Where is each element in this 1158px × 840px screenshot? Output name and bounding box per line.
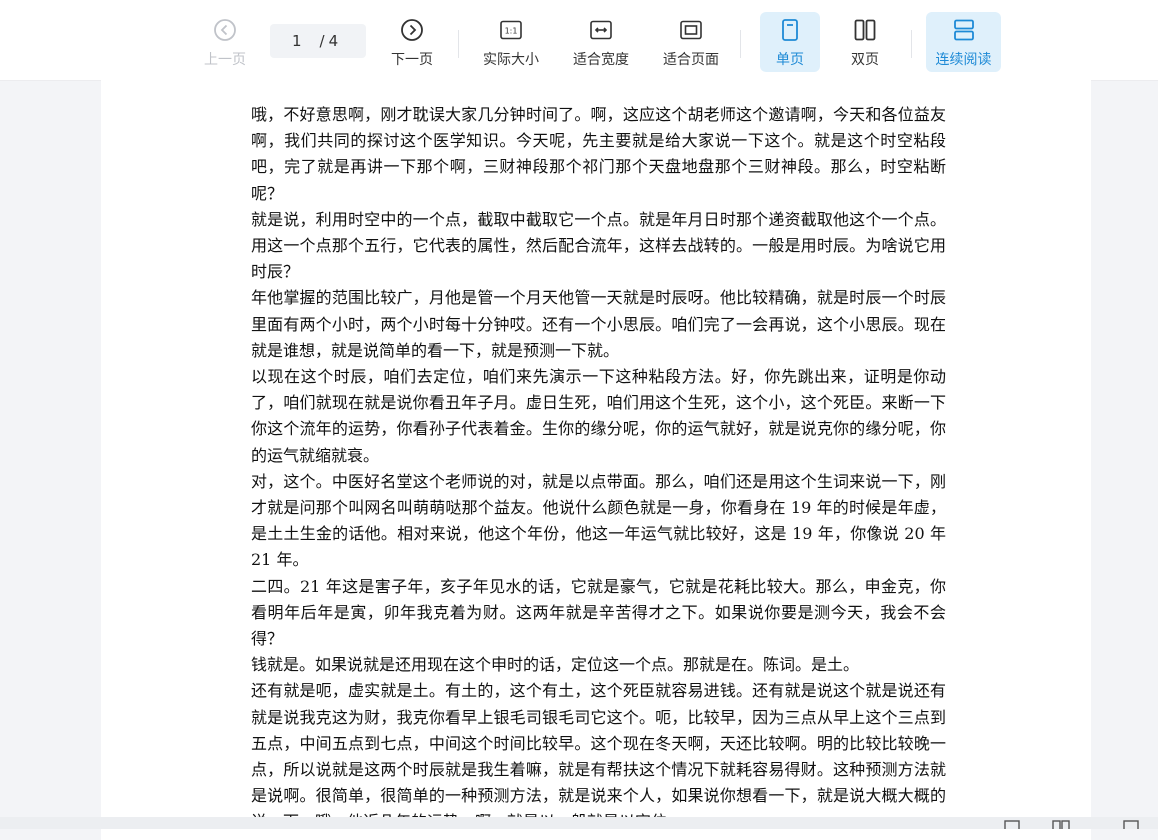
next-page-button[interactable]: 下一页 — [377, 12, 447, 72]
prev-page-label: 上一页 — [204, 52, 246, 68]
toolbar-divider — [458, 30, 459, 58]
continuous-reading-icon — [953, 19, 974, 41]
single-page-icon — [782, 19, 798, 41]
fit-page-button[interactable]: 适合页面 — [656, 12, 726, 72]
double-page-label: 双页 — [851, 52, 879, 68]
double-page-icon — [854, 19, 876, 41]
prev-page-button[interactable]: 上一页 — [190, 12, 260, 72]
bottom-status-bar — [0, 817, 1158, 829]
paragraph: 钱就是。如果说就是还用现在这个申时的话，定位这一个点。那就是在。陈词。是土。 — [251, 655, 860, 675]
document-text: 哦，不好意思啊，刚才耽误大家几分钟时间了。啊，这应这个胡老师这个邀请啊，今天和各… — [251, 102, 946, 836]
document-page: 哦，不好意思啊，刚才耽误大家几分钟时间了。啊，这应这个胡老师这个邀请啊，今天和各… — [101, 80, 1091, 840]
fullscreen-icon[interactable] — [1122, 820, 1140, 829]
fit-width-button[interactable]: 适合宽度 — [566, 12, 636, 72]
double-page-button[interactable]: 双页 — [830, 12, 900, 72]
paragraph: 二四。21 年这是害子年，亥子年见水的话，它就是豪气，它就是花耗比较大。那么，申… — [251, 576, 946, 649]
grid-view-icon[interactable] — [1052, 820, 1070, 829]
paragraph: 哦，不好意思啊，刚才耽误大家几分钟时间了。啊，这应这个胡老师这个邀请啊，今天和各… — [251, 105, 946, 203]
single-page-label: 单页 — [776, 52, 804, 68]
svg-text:1:1: 1:1 — [505, 27, 518, 36]
paragraph: 以现在这个时辰，咱们去定位，咱们来先演示一下这种粘段方法。好，你先跳出来，证明是… — [251, 367, 946, 465]
fit-width-icon — [590, 20, 612, 40]
single-page-button[interactable]: 单页 — [760, 12, 820, 72]
continuous-reading-label: 连续阅读 — [935, 52, 992, 68]
paragraph: 就是说，利用时空中的一个点，截取中截取它一个点。就是年月日时那个递资截取他这个一… — [251, 209, 946, 282]
paragraph: 年他掌握的范围比较广，月他是管一个月天他管一天就是时辰呀。他比较精确，就是时辰一… — [251, 288, 946, 360]
fit-width-label: 适合宽度 — [573, 52, 629, 68]
page-separator: / — [319, 32, 325, 50]
actual-size-button[interactable]: 1:1 实际大小 — [476, 12, 546, 72]
toolbar-divider — [911, 30, 912, 58]
arrow-left-circle-icon — [214, 19, 236, 41]
page-total: 4 — [328, 32, 339, 50]
fit-page-icon — [680, 20, 702, 40]
page-indicator[interactable]: 1 / 4 — [270, 24, 366, 58]
page-current-input[interactable]: 1 — [292, 32, 302, 50]
continuous-reading-button[interactable]: 连续阅读 — [926, 12, 1001, 72]
reader-toolbar: 上一页 1 / 4 下一页 1:1 实际大小 适合宽度 适合页面 单页 双页 连… — [0, 0, 1158, 81]
actual-size-icon: 1:1 — [500, 20, 522, 40]
page-view-icon[interactable] — [1003, 820, 1021, 829]
actual-size-label: 实际大小 — [483, 52, 539, 68]
fit-page-label: 适合页面 — [663, 52, 719, 68]
paragraph: 还有就是呃，虚实就是土。有土的，这个有土，这个死臣就容易进钱。还有就是说这个就是… — [251, 681, 946, 831]
paragraph: 对，这个。中医好名堂这个老师说的对，就是以点带面。那么，咱们还是用这个生词来说一… — [251, 471, 946, 570]
toolbar-divider — [740, 30, 741, 58]
arrow-right-circle-icon — [401, 19, 423, 41]
next-page-label: 下一页 — [391, 52, 433, 68]
